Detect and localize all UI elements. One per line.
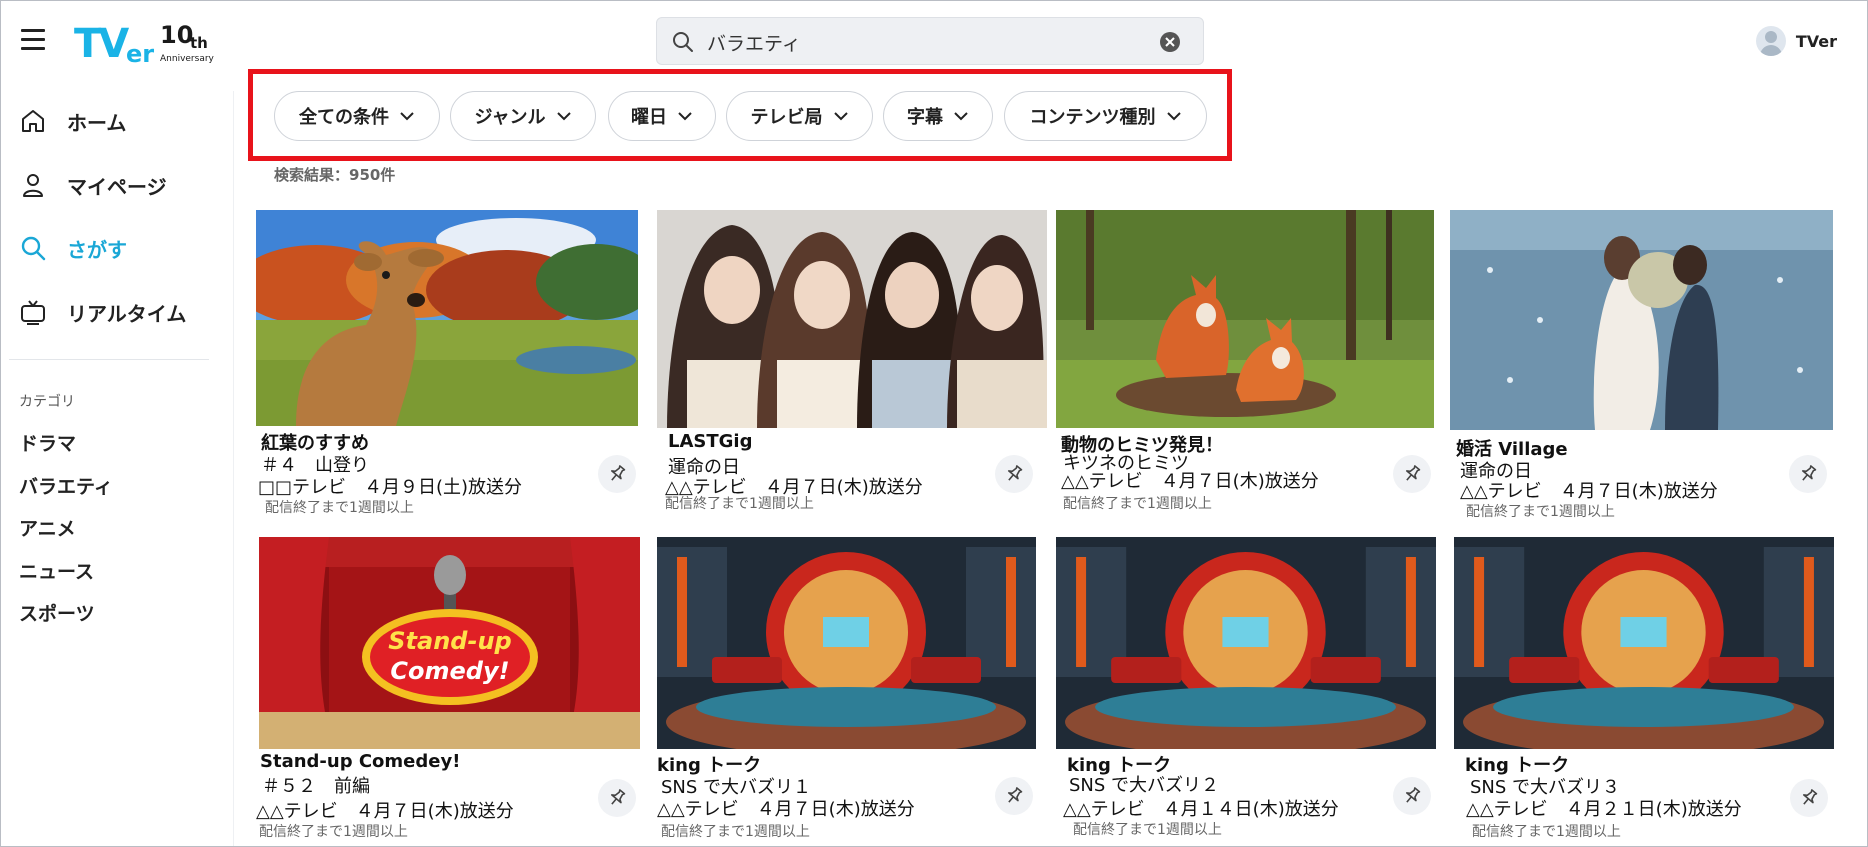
- svg-text:er: er: [126, 40, 154, 68]
- svg-text:TV: TV: [74, 21, 129, 67]
- thumbnail-four-women[interactable]: [657, 210, 1047, 428]
- filter-label: 曜日: [631, 107, 667, 128]
- pin-icon: [1007, 465, 1023, 481]
- thumbnail-talk-studio[interactable]: [1056, 537, 1436, 749]
- clear-search-icon[interactable]: [1159, 31, 1181, 53]
- category-item-anime[interactable]: アニメ: [19, 514, 76, 541]
- sidebar-item-label: ホーム: [67, 110, 127, 135]
- svg-text:Anniversary: Anniversary: [160, 54, 215, 64]
- card-broadcast: △△テレビ ４月７日(木)放送分: [657, 799, 915, 820]
- sidebar-item-label: さがす: [67, 237, 127, 262]
- chevron-down-icon: [400, 112, 414, 121]
- pin-icon: [1801, 465, 1817, 481]
- user-name: TVer: [1795, 31, 1837, 51]
- pin-button[interactable]: [1393, 455, 1431, 493]
- card-availability: 配信終了まで1週間以上: [1073, 822, 1222, 838]
- card-broadcast: △△テレビ ４月７日(木)放送分: [1061, 471, 1319, 492]
- search-icon: [673, 32, 693, 52]
- card-title[interactable]: LASTGig: [668, 431, 752, 452]
- svg-text:Stand-up: Stand-up: [388, 627, 511, 655]
- pin-button[interactable]: [995, 455, 1033, 493]
- card-broadcast: △△テレビ ４月７日(木)放送分: [256, 801, 514, 822]
- card-availability: 配信終了まで1週間以上: [665, 496, 814, 512]
- thumbnail-talk-studio[interactable]: [1454, 537, 1834, 749]
- filter-label: 字幕: [907, 107, 943, 128]
- card-availability: 配信終了まで1週間以上: [1063, 496, 1212, 512]
- app-window: TV er 10 th Anniversary バラエティ TVer ホーム マ…: [0, 0, 1868, 847]
- pin-icon: [1405, 465, 1421, 481]
- pin-button[interactable]: [1790, 779, 1828, 817]
- thumbnail-foxes[interactable]: [1056, 210, 1434, 428]
- tv-icon: [21, 300, 45, 325]
- pin-icon: [610, 465, 626, 481]
- filter-label: テレビ局: [750, 107, 823, 128]
- card-episode: SNS で大バズリ２: [1069, 775, 1220, 796]
- sidebar-item-realtime[interactable]: リアルタイム: [19, 294, 186, 330]
- person-icon: [23, 174, 43, 197]
- thumbnail-comedy-stage[interactable]: Stand-up Comedy!: [259, 537, 640, 749]
- pin-button[interactable]: [598, 455, 636, 493]
- card-episode: ＃５２ 前編: [262, 776, 370, 797]
- filter-tv-station[interactable]: テレビ局: [726, 91, 873, 141]
- pin-icon: [1802, 789, 1818, 805]
- pin-icon: [610, 789, 626, 805]
- chevron-down-icon: [833, 112, 848, 121]
- user-menu[interactable]: TVer: [1755, 25, 1837, 57]
- card-broadcast: △△テレビ ４月２１日(木)放送分: [1466, 799, 1742, 820]
- filter-label: 全ての条件: [299, 107, 389, 128]
- filter-content-type[interactable]: コンテンツ種別: [1004, 91, 1207, 141]
- category-item-news[interactable]: ニュース: [19, 557, 94, 584]
- card-availability: 配信終了まで1週間以上: [1472, 824, 1621, 840]
- divider: [9, 359, 209, 360]
- chevron-down-icon: [678, 112, 692, 121]
- avatar: [1755, 26, 1786, 56]
- thumbnail-talk-studio[interactable]: [657, 537, 1036, 749]
- search-icon: [21, 236, 46, 261]
- card-broadcast: □□テレビ ４月９日(土)放送分: [258, 477, 523, 498]
- card-broadcast: △△テレビ ４月７日(木)放送分: [1460, 481, 1718, 502]
- thumbnail-autumn-deer[interactable]: [256, 210, 638, 426]
- category-item-sports[interactable]: スポーツ: [19, 599, 95, 626]
- tver-logo[interactable]: TV er 10 th Anniversary: [74, 13, 224, 69]
- filter-genre[interactable]: ジャンル: [450, 91, 596, 141]
- search-value: バラエティ: [707, 33, 801, 55]
- pin-button[interactable]: [598, 779, 636, 817]
- sidebar-item-label: マイページ: [67, 174, 167, 199]
- svg-text:10: 10: [160, 21, 193, 49]
- pin-icon: [1007, 787, 1023, 803]
- filter-all-conditions[interactable]: 全ての条件: [274, 91, 440, 141]
- pin-button[interactable]: [995, 777, 1033, 815]
- category-title: カテゴリ: [19, 394, 75, 410]
- chevron-down-icon: [954, 112, 968, 121]
- pin-icon: [1405, 787, 1421, 803]
- hamburger-menu-icon[interactable]: [21, 29, 45, 51]
- sidebar: ホーム マイページ さがす リアルタイム カテゴリ ドラマ バラエティ アニメ …: [1, 91, 234, 846]
- filter-subtitles[interactable]: 字幕: [883, 91, 993, 141]
- card-availability: 配信終了まで1週間以上: [1466, 504, 1615, 520]
- pin-button[interactable]: [1393, 777, 1431, 815]
- thumbnail-couple-water[interactable]: [1450, 210, 1833, 430]
- sidebar-item-home[interactable]: ホーム: [19, 103, 126, 139]
- svg-text:Comedy!: Comedy!: [390, 657, 509, 685]
- card-availability: 配信終了まで1週間以上: [661, 824, 810, 840]
- sidebar-item-search[interactable]: さがす: [19, 230, 127, 266]
- pin-button[interactable]: [1789, 455, 1827, 493]
- card-title[interactable]: Stand-up Comedey!: [260, 751, 460, 772]
- filter-label: コンテンツ種別: [1029, 107, 1156, 128]
- sidebar-item-label: リアルタイム: [67, 301, 187, 326]
- svg-text:th: th: [190, 34, 208, 52]
- filter-label: ジャンル: [474, 107, 546, 128]
- search-input[interactable]: バラエティ: [656, 17, 1204, 65]
- category-item-variety[interactable]: バラエティ: [19, 472, 113, 499]
- category-item-drama[interactable]: ドラマ: [19, 429, 76, 456]
- card-availability: 配信終了まで1週間以上: [265, 500, 414, 516]
- result-count: 検索結果：950件: [274, 166, 396, 184]
- chevron-down-icon: [556, 112, 571, 121]
- chevron-down-icon: [1166, 112, 1181, 121]
- card-broadcast: △△テレビ ４月１４日(木)放送分: [1063, 799, 1339, 820]
- card-availability: 配信終了まで1週間以上: [259, 824, 408, 840]
- home-icon: [22, 110, 44, 132]
- filter-weekday[interactable]: 曜日: [608, 91, 716, 141]
- sidebar-item-mypage[interactable]: マイページ: [19, 167, 167, 203]
